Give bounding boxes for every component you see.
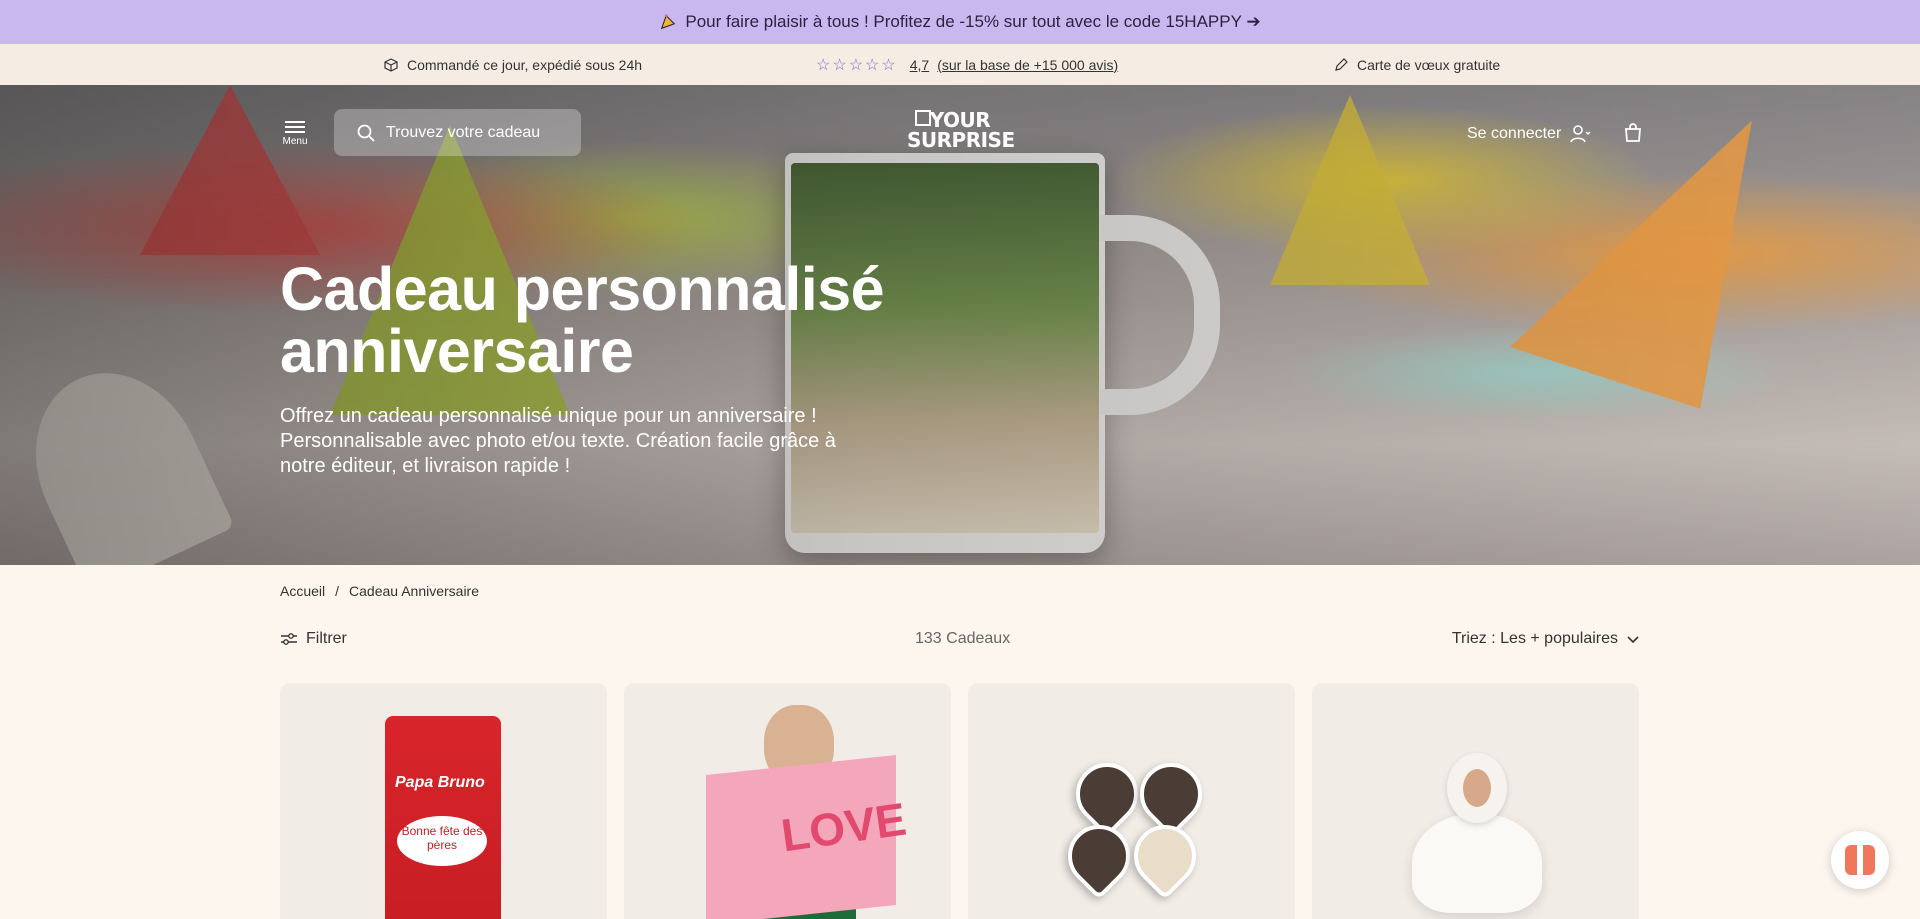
product-toolbar: Filtrer 133 Cadeaux Triez : Les + popula… (280, 630, 1640, 652)
mug-handle (1100, 215, 1220, 415)
cart-icon[interactable] (1622, 121, 1644, 143)
usp-bar: Commandé ce jour, expédié sous 24h ☆ ☆ ☆… (0, 44, 1920, 85)
product-card[interactable] (968, 683, 1295, 919)
logo-line2: SURPRISE (907, 128, 1015, 152)
heart-magnet (1055, 812, 1143, 900)
product-image: LOVE (686, 705, 909, 919)
usp-shipping-text: Commandé ce jour, expédié sous 24h (407, 56, 643, 73)
box-icon (384, 57, 398, 72)
star-icon: ☆ (816, 56, 831, 74)
hamburger-icon-bar (285, 126, 305, 128)
party-cone-icon (661, 14, 676, 30)
menu-label: Menu (282, 136, 308, 147)
product-image (1392, 753, 1562, 919)
filter-icon (281, 633, 297, 645)
user-icon (1570, 125, 1591, 143)
breadcrumb-separator: / (335, 583, 340, 599)
breadcrumb-home[interactable]: Accueil (280, 583, 325, 599)
star-icon: ☆ (848, 56, 864, 74)
usp-rating[interactable]: ☆ ☆ ☆ ☆ ☆ 4,7 (sur la base de +15 000 av… (816, 55, 1118, 75)
product-label: Bonne fête des pères (397, 816, 487, 866)
usp-card: Carte de vœux gratuite (1333, 57, 1500, 73)
product-grid: Papa Bruno Bonne fête des pères LOVE (280, 683, 1639, 919)
breadcrumb-current: Cadeau Anniversaire (349, 583, 480, 599)
chevron-down-icon (1627, 636, 1639, 644)
product-card[interactable]: Papa Bruno Bonne fête des pères (280, 683, 607, 919)
bunny-face (1447, 753, 1507, 823)
search-input[interactable]: Trouvez votre cadeau (334, 109, 581, 156)
rating-stars: ☆ ☆ ☆ ☆ ☆ (816, 55, 896, 75)
product-card[interactable] (1312, 683, 1639, 919)
promo-banner[interactable]: Pour faire plaisir à tous ! Profitez de … (0, 0, 1920, 44)
menu-button[interactable]: Menu (282, 118, 308, 147)
chat-button[interactable] (1831, 831, 1889, 889)
sort-dropdown[interactable]: Triez : Les + populaires (1452, 630, 1640, 648)
product-count: 133 Cadeaux (915, 630, 1011, 647)
gift-bot-icon (1845, 845, 1875, 875)
page-title: Cadeau personnalisé anniversaire (280, 255, 885, 385)
search-icon (357, 124, 375, 142)
star-icon: ☆ (865, 56, 880, 74)
product-label: Papa Bruno (395, 774, 485, 791)
pen-icon (1335, 57, 1348, 71)
hero-subtitle: Offrez un cadeau personnalisé unique pou… (280, 405, 836, 477)
rating-reviews-link[interactable]: (sur la base de +15 000 avis) (937, 57, 1118, 73)
hero-text: Cadeau personnalisé anniversaire Offrez … (280, 258, 920, 479)
heart-magnet (1121, 812, 1209, 900)
logo[interactable]: YOUR SURPRISE (907, 110, 1015, 156)
usp-card-text: Carte de vœux gratuite (1357, 56, 1501, 73)
usp-shipping: Commandé ce jour, expédié sous 24h (383, 57, 642, 73)
promo-text: Pour faire plaisir à tous ! Profitez de … (685, 12, 1261, 31)
filter-label: Filtrer (306, 630, 347, 647)
product-image: Papa Bruno Bonne fête des pères (385, 716, 501, 919)
hamburger-icon-bar (285, 131, 305, 133)
product-card[interactable]: LOVE (624, 683, 951, 919)
rating-value[interactable]: 4,7 (910, 57, 929, 73)
search-placeholder: Trouvez votre cadeau (386, 123, 541, 141)
filter-button[interactable]: Filtrer (280, 630, 347, 648)
bunny-body (1412, 813, 1542, 913)
signin-button[interactable]: Se connecter (1467, 123, 1591, 145)
breadcrumb: Accueil / Cadeau Anniversaire (280, 583, 479, 599)
site-header: Menu Trouvez votre cadeau YOUR SURPRISE … (0, 85, 1920, 180)
hamburger-icon (285, 121, 305, 123)
half-star-icon: ☆ (881, 56, 896, 74)
star-icon: ☆ (832, 56, 847, 74)
signin-label: Se connecter (1467, 125, 1562, 142)
party-hat-white (5, 345, 235, 565)
product-image (1055, 750, 1215, 903)
sort-label: Triez : Les + populaires (1451, 630, 1618, 647)
gift-logo-icon (915, 110, 931, 126)
